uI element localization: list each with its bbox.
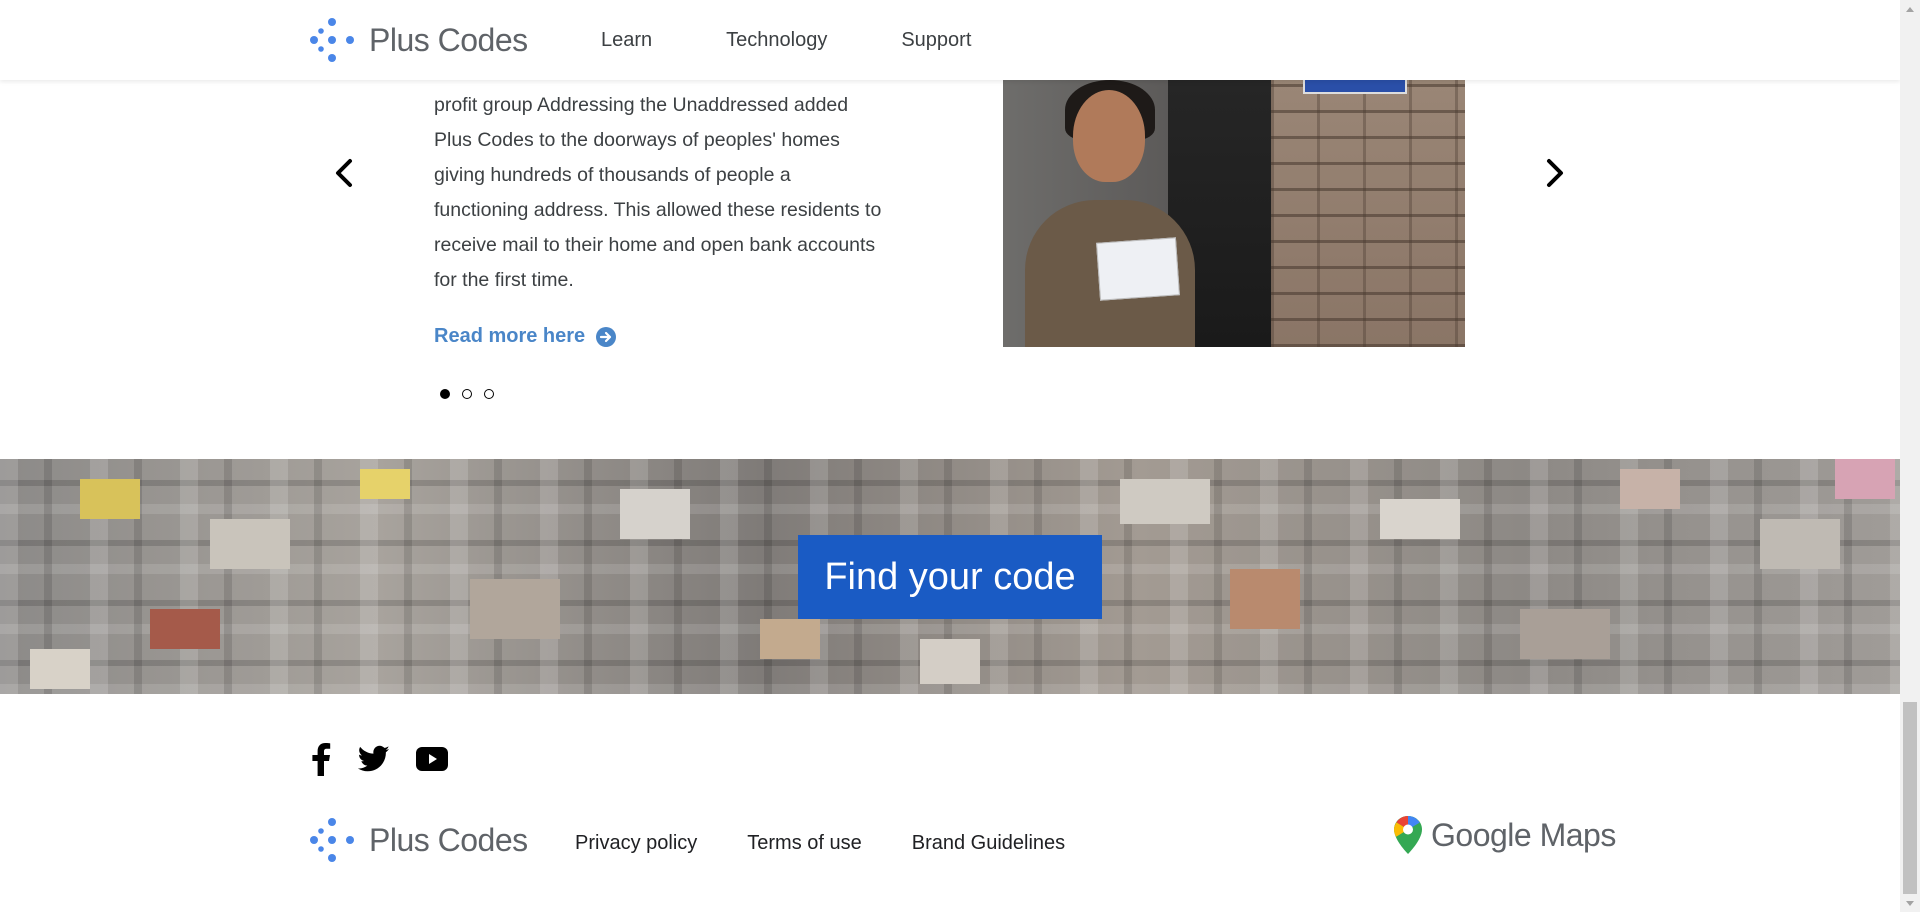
rooftop xyxy=(360,469,410,499)
rooftop xyxy=(1760,519,1840,569)
photo-person-head xyxy=(1073,90,1145,182)
scroll-down-arrow-icon[interactable] xyxy=(1900,895,1920,912)
rooftop xyxy=(470,579,560,639)
photo-document xyxy=(1096,237,1180,301)
carousel-next-button[interactable] xyxy=(1535,153,1575,193)
read-more-link[interactable]: Read more here xyxy=(434,325,617,348)
google-maps-pin-icon xyxy=(1394,816,1422,854)
privacy-policy-link[interactable]: Privacy policy xyxy=(575,832,697,855)
rooftop xyxy=(1835,459,1895,499)
plus-codes-logo-icon xyxy=(310,18,354,62)
rooftop xyxy=(1620,469,1680,509)
chevron-right-icon xyxy=(1547,159,1563,187)
nav-technology[interactable]: Technology xyxy=(726,29,827,52)
rooftop xyxy=(920,639,980,684)
brand-guidelines-link[interactable]: Brand Guidelines xyxy=(912,832,1065,855)
rooftop xyxy=(1380,499,1460,539)
rooftop xyxy=(620,489,690,539)
nav-learn[interactable]: Learn xyxy=(601,29,652,52)
carousel-dot-1[interactable] xyxy=(440,389,450,399)
terms-of-use-link[interactable]: Terms of use xyxy=(747,832,861,855)
twitter-icon xyxy=(358,745,390,772)
chevron-left-icon xyxy=(336,159,352,187)
rooftop xyxy=(760,619,820,659)
read-more-label: Read more here xyxy=(434,325,586,347)
youtube-icon xyxy=(416,747,448,771)
nav-support[interactable]: Support xyxy=(901,29,971,52)
social-links xyxy=(310,742,474,776)
footer-links: Privacy policy Terms of use Brand Guidel… xyxy=(575,832,1115,855)
find-your-code-button[interactable]: Find your code xyxy=(798,535,1102,619)
header-logo-text: Plus Codes xyxy=(369,21,528,58)
rooftop xyxy=(1230,569,1300,629)
carousel-dot-3[interactable] xyxy=(484,389,494,399)
footer-logo-text: Plus Codes xyxy=(369,821,528,858)
slide-photo xyxy=(1003,80,1465,347)
rooftop xyxy=(80,479,140,519)
rooftop xyxy=(1120,479,1210,524)
page-scrollbar-thumb[interactable] xyxy=(1903,702,1917,894)
google-maps-text: Google Maps xyxy=(1431,816,1616,853)
google-maps-link[interactable]: Google Maps xyxy=(1393,815,1616,855)
page: Plus Codes Learn Technology Support prof… xyxy=(0,0,1900,912)
photo-sign xyxy=(1303,80,1407,94)
slide-text: profit group Addressing the Unaddressed … xyxy=(434,94,882,291)
rooftop xyxy=(1520,609,1610,659)
carousel-dots xyxy=(440,389,506,399)
arrow-right-circle-icon xyxy=(596,326,617,347)
header-logo[interactable]: Plus Codes xyxy=(309,17,528,63)
site-header: Plus Codes Learn Technology Support xyxy=(0,0,1900,80)
scroll-up-arrow-icon[interactable] xyxy=(1900,0,1920,17)
plus-codes-logo-icon xyxy=(310,818,354,862)
twitter-link[interactable] xyxy=(358,745,390,773)
youtube-link[interactable] xyxy=(416,747,448,771)
main-nav: Learn Technology Support xyxy=(601,0,1045,80)
photo-brick-wall xyxy=(1271,80,1465,347)
rooftop xyxy=(150,609,220,649)
facebook-link[interactable] xyxy=(310,742,332,776)
rooftop xyxy=(210,519,290,569)
facebook-icon xyxy=(312,743,331,776)
carousel-prev-button[interactable] xyxy=(324,153,364,193)
footer-logo[interactable]: Plus Codes xyxy=(309,817,528,863)
rooftop xyxy=(30,649,90,689)
carousel-dot-2[interactable] xyxy=(462,389,472,399)
